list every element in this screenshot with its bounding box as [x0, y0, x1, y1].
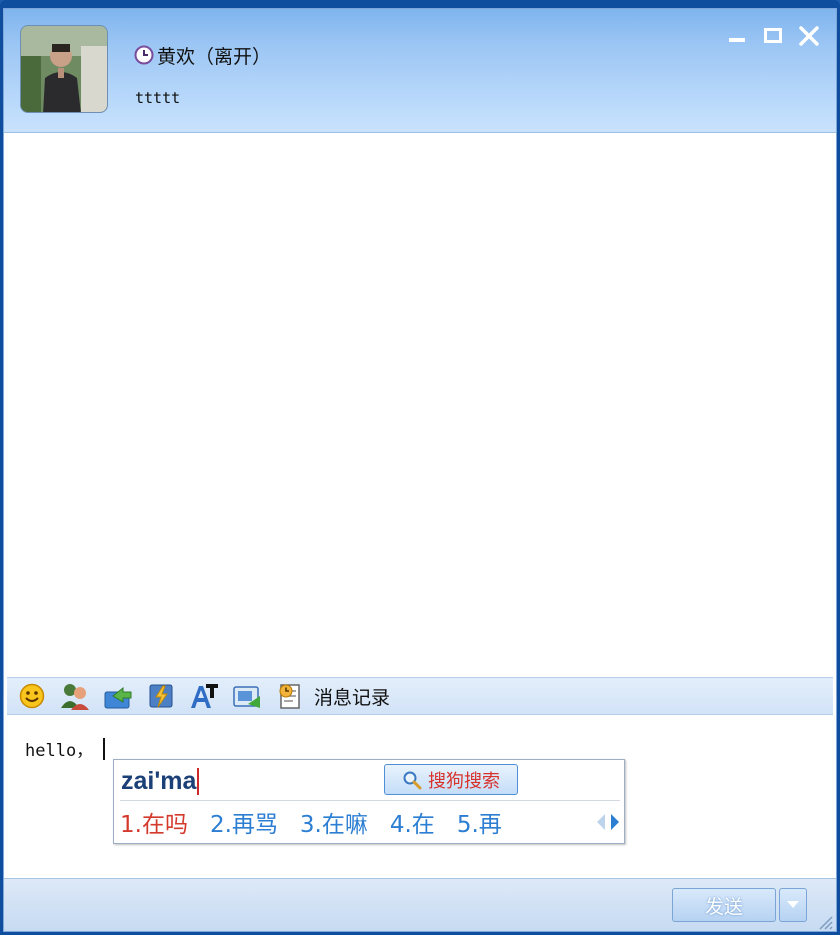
contact-name: 黄欢（离开） — [157, 45, 272, 68]
contact-signature: ttttt — [135, 89, 181, 107]
contact-title: 黄欢（离开） — [134, 43, 272, 68]
chat-window: 黄欢（离开） ttttt 消息记录 hello， zai'ma 搜狗搜索 1.在… — [0, 0, 840, 935]
file-transfer-icon[interactable] — [103, 681, 133, 711]
bottom-bar: 发送 — [4, 878, 836, 931]
close-icon — [799, 26, 819, 46]
chat-header: 黄欢（离开） ttttt — [4, 9, 836, 133]
ime-candidate-3[interactable]: 3.在嘛 — [300, 805, 368, 839]
maximize-button[interactable] — [760, 23, 786, 49]
screenshot-icon[interactable] — [232, 681, 262, 711]
send-options-button[interactable] — [779, 888, 807, 922]
ime-candidate-2[interactable]: 2.再骂 — [210, 805, 278, 839]
resize-grip-icon[interactable] — [816, 913, 834, 931]
ime-composition: zai'ma — [121, 766, 200, 796]
window-controls — [724, 23, 822, 49]
clock-away-icon — [134, 45, 154, 65]
sogou-search-button[interactable]: 搜狗搜索 — [384, 764, 518, 795]
ime-divider — [120, 800, 620, 801]
contact-avatar[interactable] — [20, 25, 108, 113]
send-button-label: 发送 — [704, 895, 743, 918]
ime-candidate-4[interactable]: 4.在 — [390, 805, 435, 839]
magnifier-icon — [403, 771, 422, 789]
ime-composition-text: zai'ma — [121, 766, 197, 795]
ime-candidate-window: zai'ma 搜狗搜索 1.在吗 2.再骂 3.在嘛 4.在 5.再 — [113, 759, 625, 844]
ime-candidate-list: 1.在吗 2.再骂 3.在嘛 4.在 5.再 — [120, 806, 502, 838]
chevron-down-icon — [787, 901, 799, 908]
sogou-search-label: 搜狗搜索 — [428, 770, 500, 792]
ime-prev-page-icon[interactable] — [596, 812, 606, 832]
shake-icon[interactable] — [146, 681, 176, 711]
history-icon[interactable] — [275, 681, 305, 711]
chat-toolbar: 消息记录 — [7, 677, 833, 715]
ime-page-arrows — [596, 812, 620, 832]
smiley-icon[interactable] — [17, 681, 47, 711]
text-caret — [103, 737, 106, 760]
font-icon[interactable] — [189, 681, 219, 711]
ime-candidate-1[interactable]: 1.在吗 — [120, 805, 188, 839]
send-button[interactable]: 发送 — [672, 888, 776, 922]
contacts-icon[interactable] — [60, 681, 90, 711]
message-history-area[interactable] — [4, 133, 836, 677]
message-input-text: hello， — [25, 741, 94, 761]
message-history-link[interactable]: 消息记录 — [314, 683, 390, 710]
ime-candidate-5[interactable]: 5.再 — [457, 805, 502, 839]
minimize-icon — [729, 38, 745, 42]
window-body: 黄欢（离开） ttttt 消息记录 hello， zai'ma 搜狗搜索 1.在… — [3, 8, 837, 932]
message-input[interactable]: hello， — [25, 736, 106, 761]
close-button[interactable] — [796, 23, 822, 49]
ime-caret — [197, 767, 200, 795]
ime-next-page-icon[interactable] — [610, 812, 620, 832]
minimize-button[interactable] — [724, 23, 750, 49]
maximize-icon — [764, 28, 782, 43]
